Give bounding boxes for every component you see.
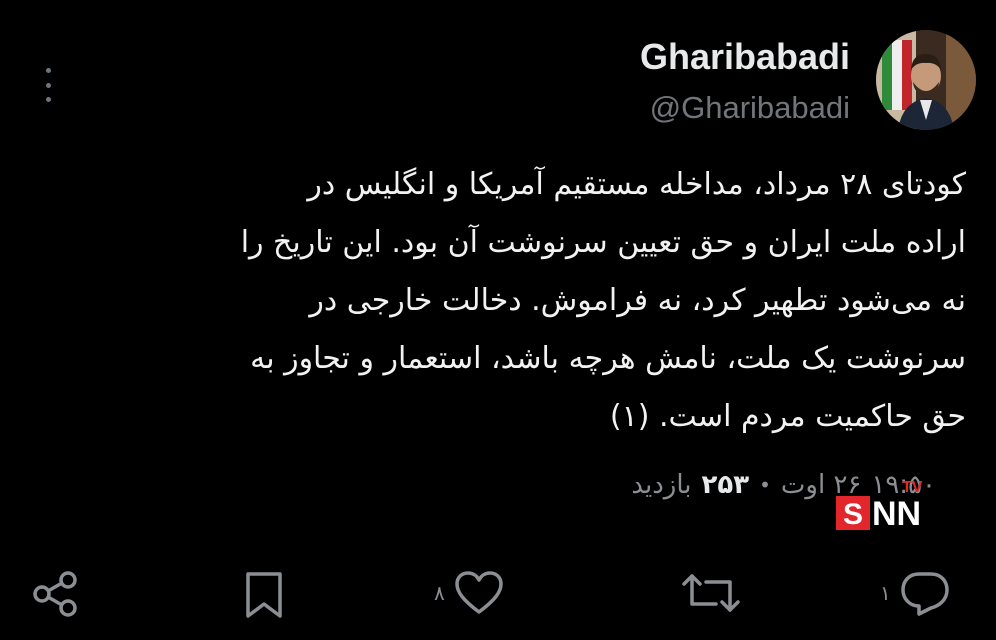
meta-separator: • [759,473,771,497]
retweet-icon [682,574,740,612]
reply-count: ۱ [880,581,891,605]
author-handle[interactable]: @Gharibabadi [640,90,850,126]
tweet-line: اراده ملت ایران و حق تعیین سرنوشت آن بود… [240,225,966,260]
tweet-line: کودتای ۲۸ مرداد، مداخله مستقیم آمریکا و … [307,167,966,202]
retweet-button[interactable] [680,570,750,616]
views-count: ۲۵۳ [701,470,750,500]
snn-tv-logo: S NN TV [836,474,946,534]
tweet-line: سرنوشت یک ملت، نامش هرچه باشد، استعمار و… [250,341,966,376]
bookmark-icon [246,572,282,618]
tweet-header: Gharibabadi @Gharibabadi [640,30,976,130]
reply-icon [901,572,949,616]
reply-button[interactable]: ۱ [880,570,951,616]
more-dot [45,68,51,73]
action-bar: ۸ ۱ [0,560,996,630]
avatar-photo [876,30,976,130]
tweet-text: کودتای ۲۸ مرداد، مداخله مستقیم آمریکا و … [40,156,966,446]
tweet-line: نه می‌شود تطهیر کرد، نه فراموش. دخالت خا… [309,283,966,318]
logo-tv: TV [902,479,923,496]
like-count: ۸ [434,581,445,605]
like-button[interactable]: ۸ [434,570,505,616]
author-names: Gharibabadi @Gharibabadi [640,30,850,126]
author-display-name[interactable]: Gharibabadi [640,36,850,78]
more-options-icon[interactable] [38,68,58,102]
share-icon [33,571,77,617]
logo-letters-nn: NN [872,495,921,533]
share-button[interactable] [30,570,82,618]
avatar[interactable] [876,30,976,130]
more-dot [45,82,51,88]
views-label: بازدید [631,470,692,500]
bookmark-button[interactable] [242,570,286,620]
like-icon [455,571,503,614]
logo-letter-s: S [843,498,863,531]
tweet-line: حق حاکمیت مردم است. (۱) [609,399,966,434]
more-dot [45,97,51,102]
